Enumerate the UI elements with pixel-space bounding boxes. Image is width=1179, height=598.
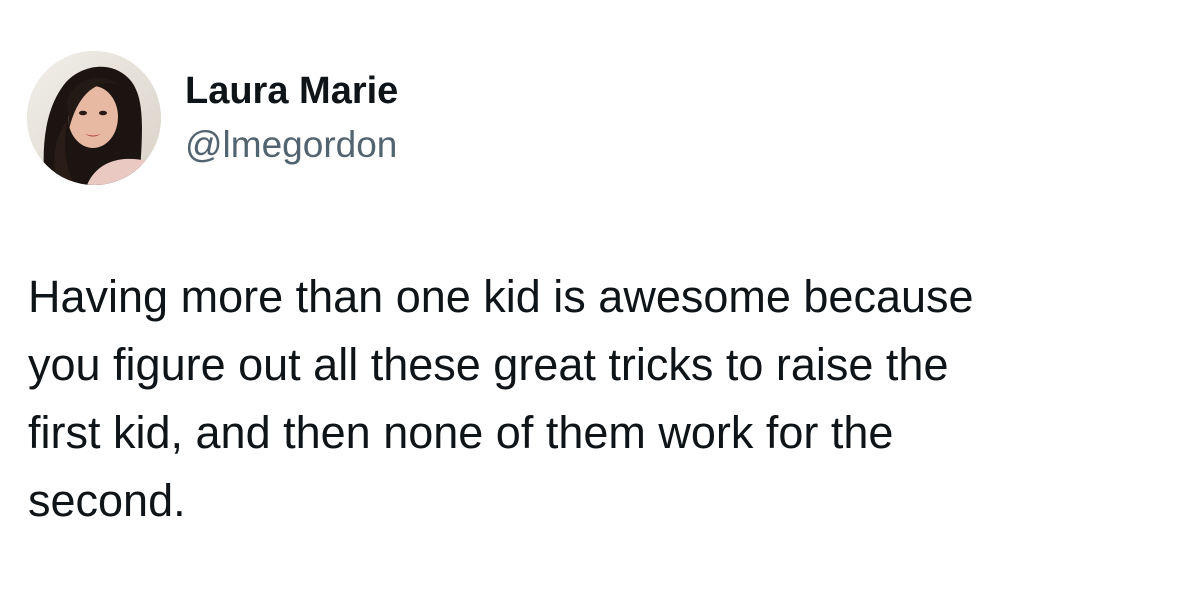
author-display-name[interactable]: Laura Marie: [185, 66, 398, 116]
tweet-text: Having more than one kid is awesome beca…: [28, 263, 1138, 535]
tweet-text-line: Having more than one kid is awesome beca…: [28, 271, 974, 322]
avatar[interactable]: [27, 51, 161, 185]
tweet-card: Laura Marie @lmegordon Having more than …: [0, 0, 1179, 598]
tweet-text-line: you figure out all these great tricks to…: [28, 339, 949, 390]
author-handle[interactable]: @lmegordon: [185, 120, 397, 170]
tweet-text-line: second.: [28, 475, 186, 526]
tweet-text-line: first kid, and then none of them work fo…: [28, 407, 894, 458]
profile-photo-avatar-icon: [27, 51, 161, 185]
